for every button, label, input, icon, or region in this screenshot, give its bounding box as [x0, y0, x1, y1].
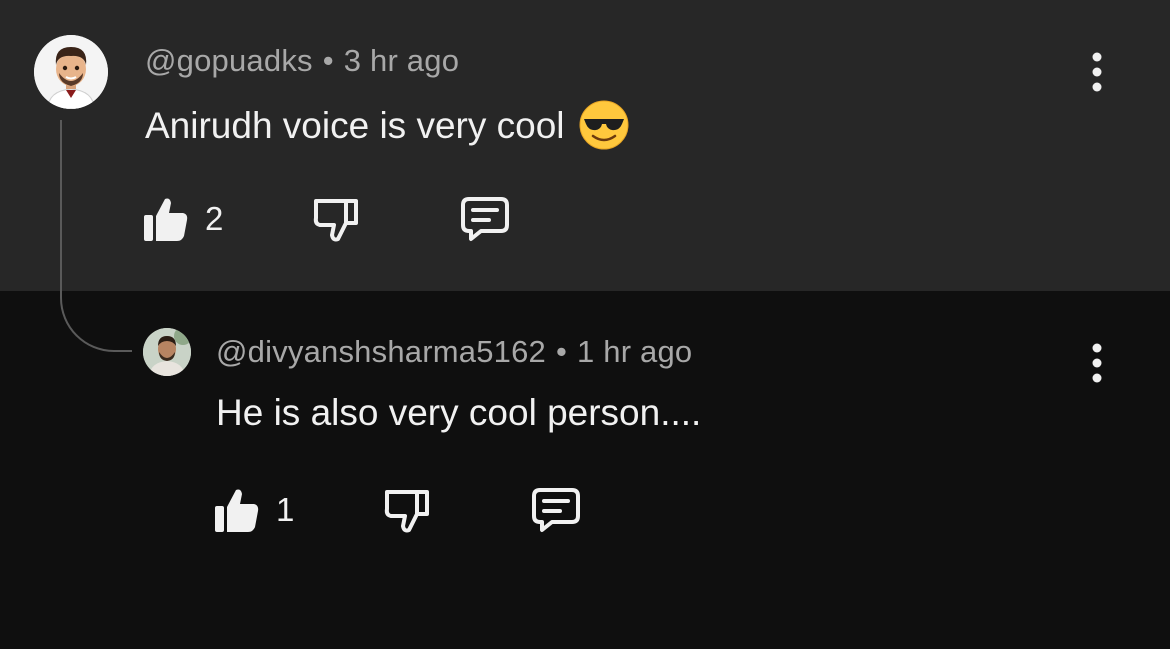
reply-time[interactable]: 1 hr ago: [577, 334, 692, 369]
comment-like-count: 2: [205, 200, 224, 237]
more-vertical-icon: [1092, 343, 1102, 383]
comments-section: @gopuadks • 3 hr ago Anirudh voice is very…: [0, 0, 1170, 649]
reply-author[interactable]: @divyanshsharma5162: [216, 334, 546, 369]
more-vertical-icon: [1092, 52, 1102, 92]
reply-text: He is also very cool person....: [216, 392, 702, 433]
reply-meta: @divyanshsharma5162 • 1 hr ago: [216, 334, 692, 370]
reply-like-count: 1: [276, 491, 295, 528]
comment-like-button[interactable]: 2: [143, 195, 223, 243]
avatar-photo-icon: [143, 328, 191, 376]
reply-avatar[interactable]: [143, 328, 191, 376]
comment-icon: [532, 488, 580, 532]
comment-author[interactable]: @gopuadks: [145, 43, 313, 78]
sunglasses-emoji-icon: [579, 100, 629, 159]
thumbs-down-icon: [313, 199, 358, 242]
comment-reply-button[interactable]: [459, 195, 511, 243]
comment-icon: [461, 197, 509, 241]
commenter-avatar[interactable]: [34, 35, 108, 109]
reply-reply-button[interactable]: [530, 486, 582, 534]
reply-more-button[interactable]: [1082, 339, 1112, 387]
thumbs-up-icon: [215, 489, 259, 532]
meta-separator: •: [322, 43, 334, 78]
comment-meta: @gopuadks • 3 hr ago: [145, 43, 459, 79]
comment-more-button[interactable]: [1082, 48, 1112, 96]
thumbs-down-icon: [384, 490, 429, 533]
comment-text: Anirudh voice is very cool: [145, 100, 629, 159]
avatar-cartoon-man-icon: [34, 35, 108, 109]
reply-thread-line: [60, 120, 132, 352]
comment-time[interactable]: 3 hr ago: [344, 43, 459, 78]
comment-dislike-button[interactable]: [313, 195, 359, 243]
reply-like-button[interactable]: 1: [214, 486, 294, 534]
reply-dislike-button[interactable]: [384, 486, 430, 534]
meta-separator: •: [555, 334, 568, 369]
thumbs-up-icon: [144, 198, 188, 241]
comment-text-content: Anirudh voice is very cool: [145, 105, 565, 146]
